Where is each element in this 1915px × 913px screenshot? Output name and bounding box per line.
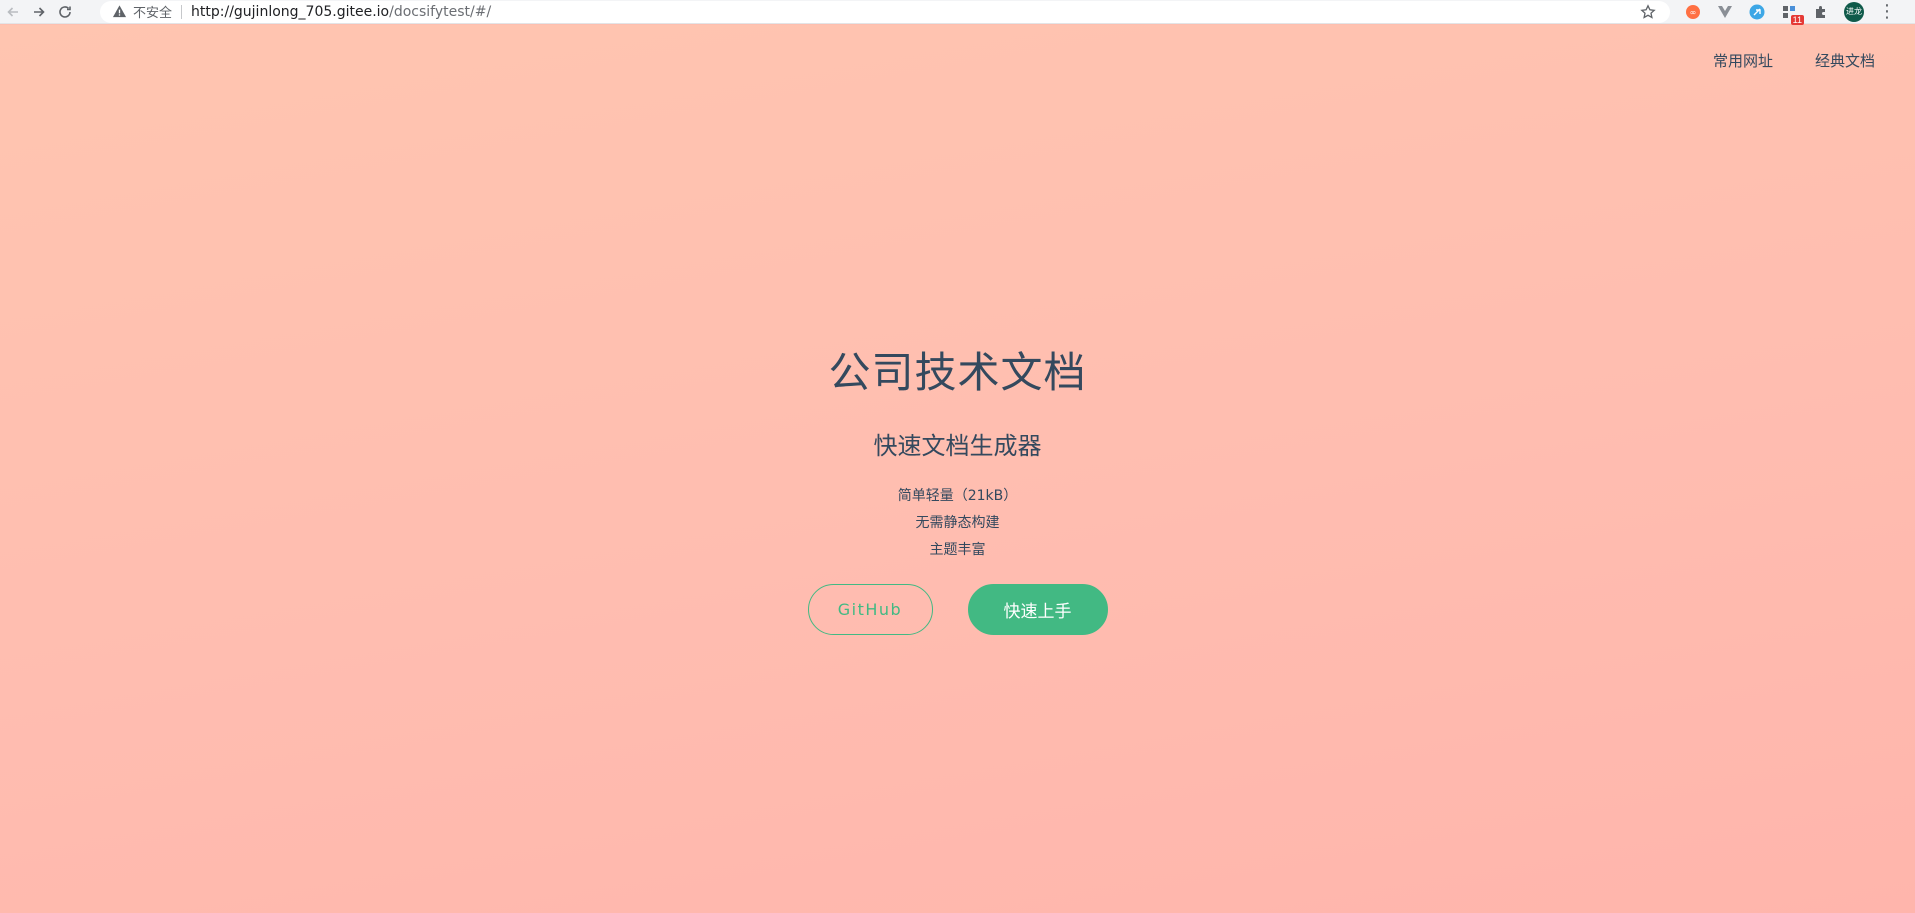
- vue-devtools-icon: [1718, 5, 1732, 18]
- url-host: http://gujinlong_705.gitee.io: [191, 3, 390, 20]
- extension-2[interactable]: [1716, 3, 1734, 21]
- feature-item: 主题丰富: [929, 542, 986, 559]
- profile-avatar[interactable]: 进龙: [1844, 1, 1864, 22]
- feature-item: 简单轻量（21kB）: [897, 488, 1018, 505]
- insecure-label: 不安全: [133, 6, 173, 21]
- feature-list: 简单轻量（21kB） 无需静态构建 主题丰富: [898, 483, 1018, 564]
- warning-icon: [112, 5, 127, 18]
- back-button[interactable]: [0, 0, 26, 24]
- get-started-button[interactable]: 快速上手: [967, 584, 1108, 636]
- svg-text:∞: ∞: [1690, 8, 1697, 17]
- address-separator: [181, 4, 183, 19]
- address-bar[interactable]: 不安全 http://gujinlong_705.gitee.io/docsif…: [100, 0, 1670, 23]
- extension-badge: 11: [1790, 14, 1804, 25]
- reload-icon: [59, 5, 71, 18]
- extension-1[interactable]: ∞: [1684, 3, 1702, 21]
- extension-3[interactable]: [1748, 3, 1766, 21]
- forward-button[interactable]: [26, 0, 52, 24]
- browser-toolbar: 不安全 http://gujinlong_705.gitee.io/docsif…: [0, 0, 1915, 25]
- top-nav: 常用网址 经典文档: [1713, 50, 1875, 71]
- feather-extension-icon: [1749, 4, 1765, 19]
- extensions-area: ∞ 11 进龙 ⋮: [1684, 1, 1896, 25]
- reload-button[interactable]: [52, 0, 78, 24]
- arrow-left-icon: [7, 6, 18, 17]
- more-vertical-icon[interactable]: ⋮: [1878, 2, 1896, 21]
- feature-item: 无需静态构建: [915, 515, 1000, 532]
- github-button[interactable]: GitHub: [807, 584, 933, 636]
- arrow-right-icon: [34, 6, 45, 17]
- nav-link-classic-docs[interactable]: 经典文档: [1815, 50, 1875, 71]
- cover-title: 公司技术文档: [828, 348, 1087, 397]
- nav-link-common-sites[interactable]: 常用网址: [1713, 50, 1773, 71]
- extension-4[interactable]: 11: [1780, 3, 1804, 25]
- infinity-extension-icon: ∞: [1686, 4, 1700, 19]
- url-path: /docsifytest/#/: [389, 3, 492, 20]
- cover-section: 公司技术文档 快速文档生成器 简单轻量（21kB） 无需静态构建 主题丰富 Gi…: [0, 348, 1915, 636]
- cover-page: 常用网址 经典文档 公司技术文档 快速文档生成器 简单轻量（21kB） 无需静态…: [0, 25, 1915, 913]
- cover-subtitle: 快速文档生成器: [873, 432, 1042, 461]
- bookmark-star-icon[interactable]: [1640, 3, 1656, 20]
- cover-actions: GitHub 快速上手: [807, 584, 1108, 636]
- extensions-menu[interactable]: [1812, 3, 1830, 21]
- puzzle-icon: [1816, 5, 1825, 18]
